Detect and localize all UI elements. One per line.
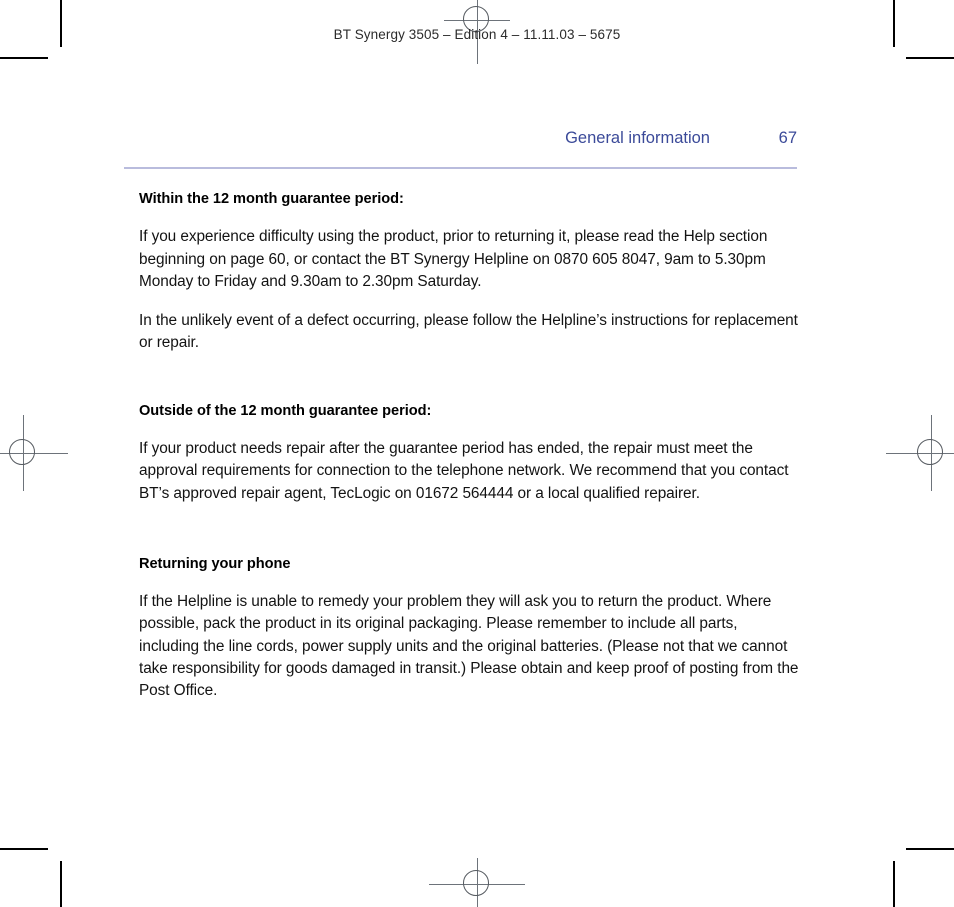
page-number: 67 (778, 129, 797, 147)
header-rule (124, 167, 797, 170)
section-guarantee-outside: Outside of the 12 month guarantee period… (139, 402, 799, 505)
running-head: BT Synergy 3505 – Edition 4 – 11.11.03 –… (333, 27, 621, 42)
section-heading: Outside of the 12 month guarantee period… (139, 402, 432, 419)
section-title: General information (565, 129, 710, 147)
section-paragraph: If your product needs repair after the g… (139, 439, 789, 502)
crop-mark-bottom-right-vertical (893, 861, 895, 907)
section-heading: Returning your phone (139, 555, 291, 572)
page-header: General information 67 (124, 129, 797, 157)
section-guarantee-within: Within the 12 month guarantee period: If… (139, 190, 799, 355)
crop-mark-bottom-left-vertical (60, 861, 62, 907)
page-content: Within the 12 month guarantee period: If… (139, 190, 799, 720)
registration-ring (917, 439, 943, 465)
crop-mark-bottom-left-horizontal (0, 848, 48, 850)
section-returning-your-phone: Returning your phone If the Helpline is … (139, 555, 799, 703)
section-heading: Within the 12 month guarantee period: (139, 191, 404, 207)
registration-ring (463, 870, 489, 896)
section-paragraph: If you experience difficulty using the p… (139, 228, 768, 290)
section-paragraph: If the Helpline is unable to remedy your… (139, 593, 799, 700)
crop-mark-top-left-horizontal (0, 57, 48, 59)
document-page: BT Synergy 3505 – Edition 4 – 11.11.03 –… (0, 0, 954, 907)
section-paragraph: In the unlikely event of a defect occurr… (139, 312, 798, 352)
crop-mark-top-right-horizontal (906, 57, 954, 59)
crop-mark-bottom-right-horizontal (906, 848, 954, 850)
registration-ring (9, 439, 35, 465)
